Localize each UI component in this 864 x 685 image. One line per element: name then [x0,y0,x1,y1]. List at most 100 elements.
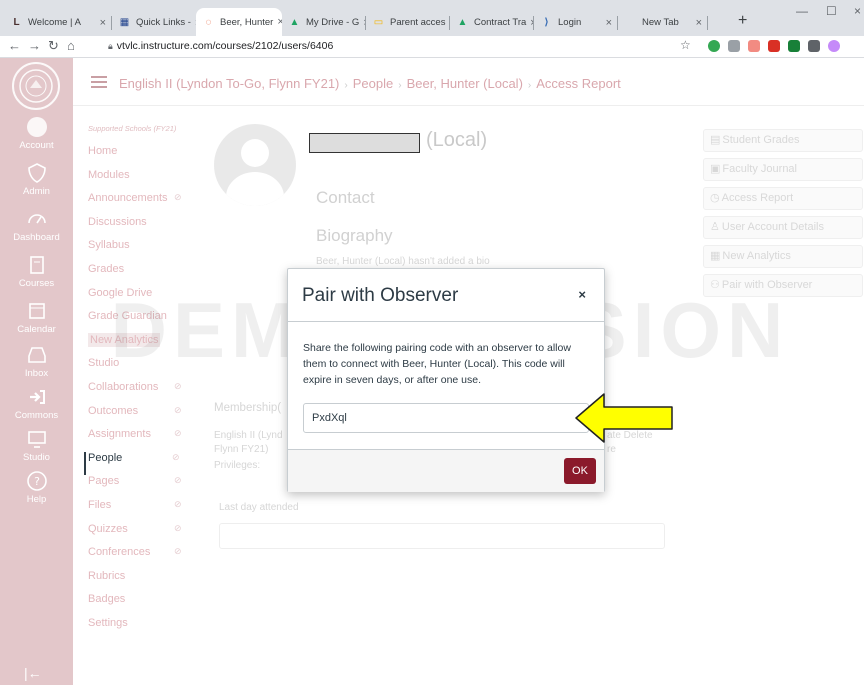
browser-tab[interactable]: ⟩ Login × [534,9,618,36]
tab-label: Contract Tra [474,17,527,28]
global-nav-commons[interactable]: Commons [0,386,73,421]
browser-tab[interactable]: ▲My Drive - G× [282,9,366,36]
address-bar[interactable]: 🔒︎ vtvlc.instructure.com/courses/2102/use… [108,37,688,56]
hamburger-menu-icon[interactable] [91,76,107,88]
browser-tab[interactable]: ▭Parent acces× [366,9,450,36]
course-nav-modules[interactable]: Modules [88,169,198,193]
commons-icon [29,390,45,404]
student-grades-button[interactable]: ▤ Student Grades [703,129,863,152]
new-tab-button[interactable]: + [738,12,747,30]
svg-text:?: ? [34,475,40,488]
extension-icon[interactable] [708,40,720,52]
maximize-icon[interactable]: ☐ [826,4,837,18]
reload-icon[interactable]: ↻ [48,38,59,54]
course-nav-people[interactable]: People ⊘ [84,451,198,476]
course-nav-label: Home [88,145,118,157]
course-nav-pages[interactable]: Pages ⊘ [88,475,198,499]
favicon-icon: L [13,17,20,28]
breadcrumb-item[interactable]: People [353,76,393,91]
profile-avatar-icon[interactable] [828,40,840,52]
browser-tab[interactable]: ▦Quick Links -× [112,9,196,36]
pairing-code-field[interactable]: PxdXql [303,403,589,433]
close-icon[interactable]: × [578,287,586,302]
global-nav-dashboard[interactable]: Dashboard [0,208,73,243]
biography-heading: Biography [316,226,393,245]
gmail-icon[interactable] [768,40,780,52]
breadcrumb-separator-icon: › [398,80,402,91]
course-nav-home[interactable]: Home [88,145,198,169]
privileges-label: Privileges: [214,460,261,471]
course-nav-label: People [88,451,123,464]
extension-icon[interactable] [748,40,760,52]
global-nav-label: Admin [23,186,50,197]
user-account-details-button[interactable]: ♙ User Account Details [703,216,863,239]
new-analytics-button[interactable]: ▦ New Analytics [703,245,863,268]
extension-icon[interactable] [728,40,740,52]
global-nav-studio[interactable]: Studio [0,428,73,463]
tab-label: Welcome | A [28,17,81,28]
browser-tab[interactable]: ◌ Beer, Hunter × [196,8,282,36]
course-nav-label: Pages [88,475,120,488]
browser-tab[interactable]: ▲Contract Tra× [450,9,534,36]
minimize-icon[interactable]: — [796,4,808,18]
course-nav-collaborations[interactable]: Collaborations ⊘ [88,381,198,405]
global-nav-account[interactable]: Account [0,116,73,151]
studio-icon [27,431,46,448]
course-nav-label: Syllabus [88,239,130,252]
course-nav-settings[interactable]: Settings [88,617,198,641]
breadcrumb-separator-icon: › [527,80,532,91]
url-text: vtvlc.instructure.com/courses/2102/users… [116,40,334,52]
course-nav-conferences[interactable]: Conferences ⊘ [88,546,198,570]
home-icon[interactable]: ⌂ [67,38,75,53]
course-nav-assignments[interactable]: Assignments ⊘ [88,428,198,452]
course-nav-grades[interactable]: Grades [88,263,198,287]
tab-close-icon[interactable]: × [602,17,612,29]
course-nav-files[interactable]: Files ⊘ [88,499,198,523]
bookmark-star-icon[interactable]: ☆ [680,38,691,52]
extension-icon[interactable] [788,40,800,52]
access-report-button[interactable]: ◷ Access Report [703,187,863,210]
ok-button[interactable]: OK [564,458,596,484]
browser-tab[interactable]: L Welcome | A × [4,9,112,36]
tab-close-icon[interactable]: × [273,16,282,28]
breadcrumb: English II (Lyndon To-Go, Flynn FY21) › Pe… [119,76,621,91]
puzzle-icon[interactable] [808,40,820,52]
favicon-icon: ▲ [457,17,468,28]
course-nav-quizzes[interactable]: Quizzes ⊘ [88,523,198,547]
course-navigation: Supported Schools (FY21) Home Modules Anno… [84,124,198,641]
breadcrumb-item[interactable]: English II (Lyndon To-Go, Flynn FY21) [119,76,339,91]
global-nav-help[interactable]: ? Help [0,470,73,505]
faculty-journal-button[interactable]: ▣ Faculty Journal [703,158,863,181]
global-nav-label: Account [19,140,54,151]
last-day-input[interactable] [219,523,665,549]
close-window-icon[interactable]: × [854,4,861,18]
button-label: Student Grades [722,134,800,146]
tab-close-icon[interactable]: × [692,17,702,29]
course-nav-syllabus[interactable]: Syllabus [88,239,198,263]
school-logo[interactable] [12,62,60,110]
global-nav-admin[interactable]: Admin [0,162,73,197]
course-nav-subtitle: Supported Schools (FY21) [88,124,177,133]
tab-label: Beer, Hunter [220,16,274,28]
tab-close-icon[interactable]: × [96,17,106,29]
course-nav-badges[interactable]: Badges [88,593,198,617]
course-nav-label: Settings [88,616,128,629]
course-nav-rubrics[interactable]: Rubrics [88,570,198,594]
course-nav-announcements[interactable]: Announcements ⊘ [88,192,198,216]
course-nav-discussions[interactable]: Discussions [88,216,198,240]
global-nav-courses[interactable]: Courses [0,254,73,289]
course-nav-outcomes[interactable]: Outcomes ⊘ [88,405,198,429]
course-nav-label: Grades [88,262,125,275]
back-icon[interactable]: ← [8,38,21,53]
favicon-icon: ⟩ [544,17,549,28]
collapse-nav-icon[interactable]: |← [24,665,42,681]
favicon-icon: ▭ [373,17,384,28]
tab-label: Parent acces [390,17,446,28]
breadcrumb-item[interactable]: Beer, Hunter (Local) [407,76,523,91]
course-nav-label: Conferences [88,546,151,559]
forward-icon[interactable]: → [28,38,41,53]
dialog-title: Pair with Observer [302,285,459,306]
hidden-eye-icon: ⊘ [174,192,182,203]
breadcrumb-item[interactable]: Access Report [536,76,621,91]
browser-tab[interactable]: New Tab × [618,9,708,36]
